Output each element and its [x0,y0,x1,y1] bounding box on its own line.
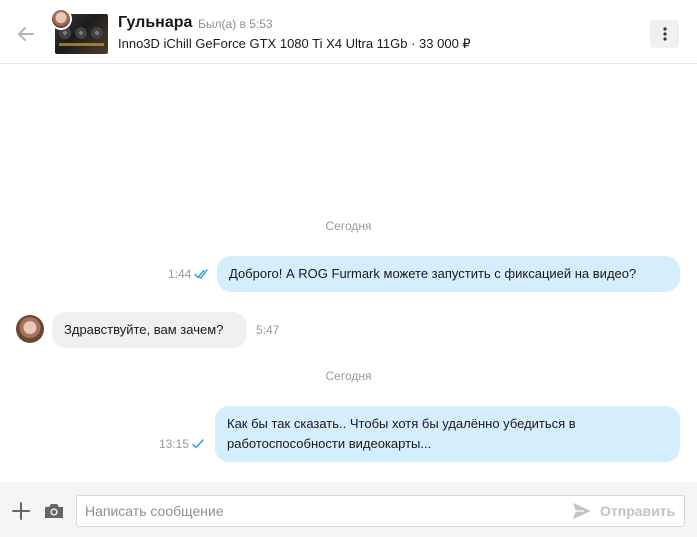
plus-icon [12,502,30,520]
check-icon [192,439,204,449]
message-meta: 13:15 [159,437,204,451]
message-text: Доброго! А ROG Furmark можете запустить … [229,266,637,281]
message-composer: Отправить [0,482,697,537]
message-text-line: работоспособности видеокарты... [227,436,432,451]
chat-header: Гульнара Был(а) в 5:53 Inno3D iChill GeF… [0,0,697,64]
vertical-dots-icon [662,27,667,41]
send-label: Отправить [600,503,676,519]
outgoing-message-bubble: Как бы так сказать.. Чтобы хотя бы удалё… [215,406,680,462]
message-meta: 1:44 [168,267,210,281]
message-meta: 5:47 [256,323,279,337]
contact-avatar[interactable] [50,8,72,30]
message-time: 1:44 [168,267,192,281]
outgoing-message-bubble: Доброго! А ROG Furmark можете запустить … [217,256,680,292]
day-separator: Сегодня [325,219,372,233]
photo-button[interactable] [43,501,65,521]
attach-button[interactable] [11,501,31,521]
more-options-button[interactable] [650,20,679,48]
back-button[interactable] [12,20,40,48]
send-button[interactable]: Отправить [572,501,675,521]
message-text-line: Как бы так сказать.. Чтобы хотя бы удалё… [227,416,576,431]
double-check-icon [194,269,209,279]
contact-message-avatar[interactable] [16,315,44,343]
message-text: Здравствуйте, вам зачем? [64,322,224,337]
incoming-message-bubble: Здравствуйте, вам зачем? [52,312,247,348]
message-time: 5:47 [256,323,280,337]
contact-name[interactable]: Гульнара [118,14,192,32]
product-title[interactable]: Inno3D iChill GeForce GTX 1080 Ti X4 Ult… [118,36,471,52]
send-icon [573,503,591,519]
last-seen-status: Был(а) в 5:53 [198,17,273,31]
camera-icon [45,504,63,518]
day-separator: Сегодня [325,369,372,383]
arrow-left-icon [18,27,34,41]
message-time: 13:15 [159,437,190,451]
